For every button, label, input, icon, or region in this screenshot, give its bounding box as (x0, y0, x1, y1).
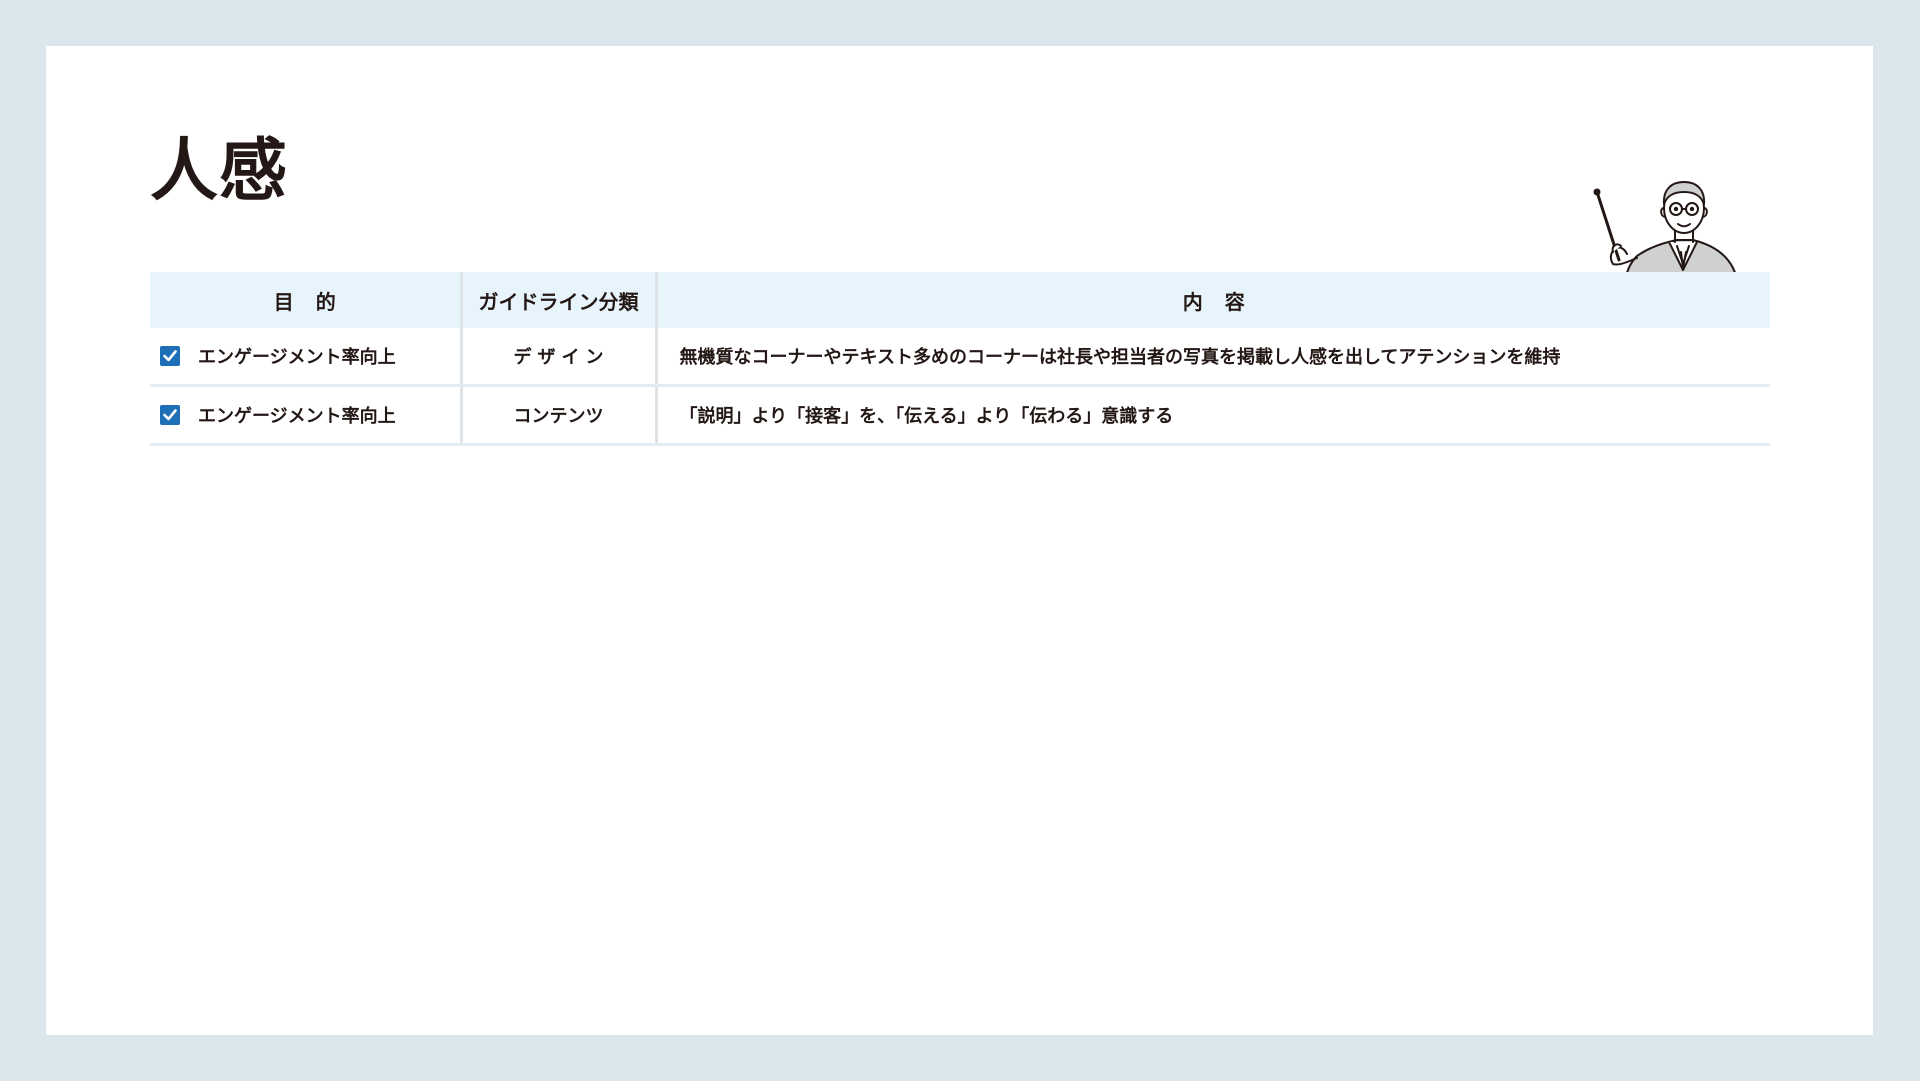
purpose-label: エンゲージメント率向上 (198, 347, 396, 368)
column-header-purpose: 目的 (150, 272, 461, 328)
purpose-cell: エンゲージメント率向上 (150, 328, 461, 387)
content-cell: 「説明」より「接客」を、「伝える」より「伝わる」意識する (654, 385, 1770, 446)
purpose-cell: エンゲージメント率向上 (150, 385, 461, 446)
content-cell: 無機質なコーナーやテキスト多めのコーナーは社長や担当者の写真を掲載し人感を出して… (654, 328, 1770, 387)
table-header-row: 目的 ガイドライン分類 内容 (150, 272, 1770, 328)
checkbox-checked-icon[interactable] (160, 346, 180, 366)
guideline-table: 目的 ガイドライン分類 内容 エンゲージメント率向上 デザイン 無機質なコーナー… (150, 272, 1770, 446)
table-row: エンゲージメント率向上 デザイン 無機質なコーナーやテキスト多めのコーナーは社長… (150, 328, 1770, 387)
slide: 人感 目的 ガイドライン分類 内容 エンゲージメント率向上 デザイン 無機質なコ… (46, 46, 1873, 1035)
page-title: 人感 (150, 132, 289, 211)
checkbox-checked-icon[interactable] (160, 405, 180, 425)
category-cell: コンテンツ (459, 385, 656, 446)
column-header-category: ガイドライン分類 (459, 272, 656, 328)
table-row: エンゲージメント率向上 コンテンツ 「説明」より「接客」を、「伝える」より「伝わ… (150, 385, 1770, 446)
purpose-label: エンゲージメント率向上 (198, 406, 396, 427)
category-cell: デザイン (459, 328, 656, 387)
column-header-content: 内容 (654, 272, 1770, 328)
